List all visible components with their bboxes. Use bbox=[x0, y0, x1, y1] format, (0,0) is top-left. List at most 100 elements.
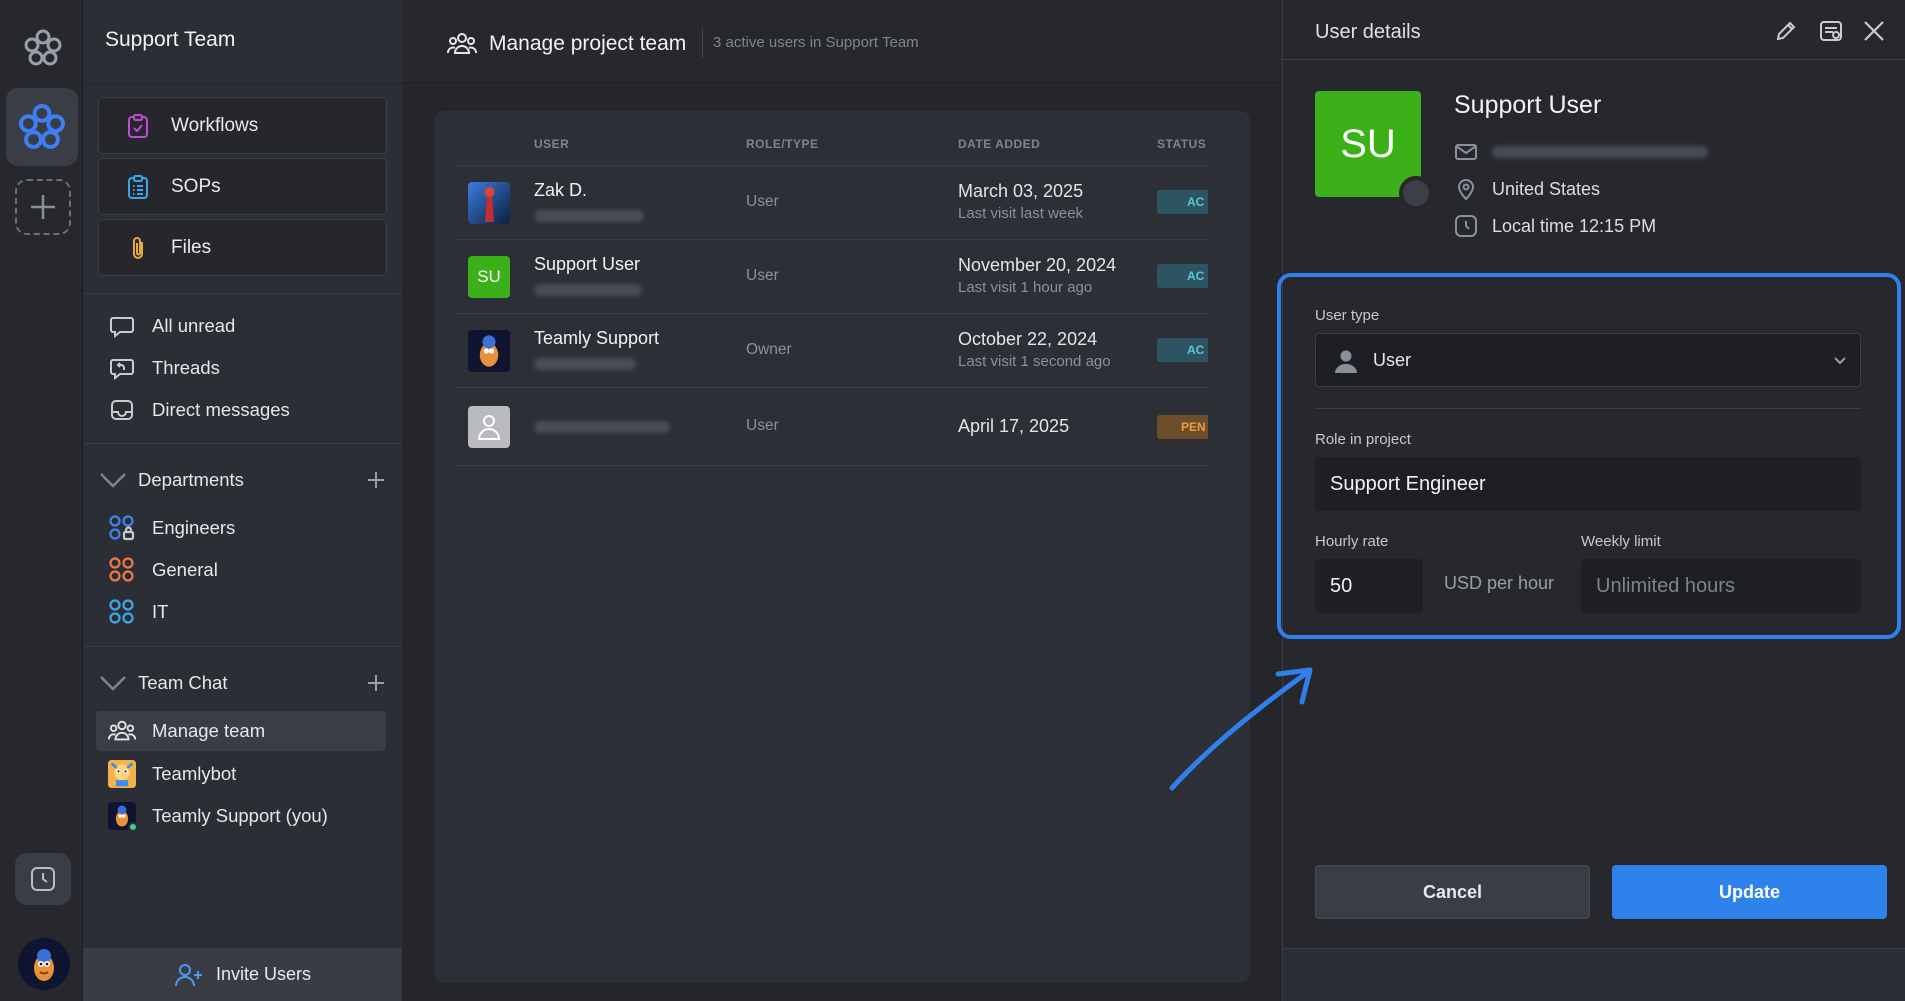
chevron-down-icon bbox=[100, 676, 126, 691]
mail-icon bbox=[1455, 144, 1477, 160]
sidebar: Support Team Workflows SOPs Files All un… bbox=[83, 0, 402, 1001]
add-workspace-button[interactable] bbox=[15, 179, 71, 235]
people-icon bbox=[108, 717, 136, 745]
files-label: Files bbox=[171, 236, 212, 258]
edit-pencil-icon[interactable] bbox=[1773, 18, 1799, 44]
update-button[interactable]: Update bbox=[1612, 865, 1887, 919]
add-chat-icon[interactable] bbox=[365, 672, 387, 694]
column-header-date[interactable]: DATE ADDED bbox=[958, 137, 1040, 151]
history-button[interactable] bbox=[15, 853, 71, 905]
chat-label: Teamly Support (you) bbox=[152, 805, 328, 826]
team-chat-title: Team Chat bbox=[138, 672, 228, 693]
user-type-select[interactable]: User bbox=[1315, 333, 1861, 387]
sops-button[interactable]: SOPs bbox=[98, 158, 387, 215]
user-role: Owner bbox=[746, 341, 792, 358]
user-type-label: User type bbox=[1315, 307, 1380, 324]
chat-teamly-support-you[interactable]: Teamly Support (you) bbox=[96, 796, 386, 836]
table-row[interactable]: SU Support User User November 20, 2024 L… bbox=[456, 239, 1208, 313]
user-icon bbox=[1335, 350, 1357, 373]
divider bbox=[702, 28, 703, 58]
hourly-rate-input[interactable]: 50 bbox=[1315, 559, 1423, 613]
status-badge: AC bbox=[1157, 338, 1208, 362]
role-in-project-input[interactable]: Support Engineer bbox=[1315, 457, 1861, 511]
department-label: IT bbox=[152, 601, 169, 622]
panel-header: User details bbox=[1283, 0, 1905, 60]
files-button[interactable]: Files bbox=[98, 219, 387, 276]
department-label: Engineers bbox=[152, 517, 236, 538]
nav-threads[interactable]: Threads bbox=[96, 348, 386, 388]
workspace-title: Support Team bbox=[105, 28, 236, 51]
departments-header[interactable]: Departments bbox=[93, 462, 393, 498]
user-avatar bbox=[108, 802, 138, 832]
user-name: Support User bbox=[1454, 91, 1602, 119]
departments-title: Departments bbox=[138, 469, 244, 490]
page-title: Manage project team bbox=[489, 32, 687, 55]
date-added: October 22, 2024 bbox=[958, 329, 1098, 349]
workflows-label: Workflows bbox=[171, 114, 259, 136]
user-name: Support User bbox=[534, 254, 641, 274]
nav-direct-messages[interactable]: Direct messages bbox=[96, 390, 386, 430]
chat-manage-team[interactable]: Manage team bbox=[96, 711, 386, 751]
status-badge: AC bbox=[1157, 190, 1208, 214]
last-visit: Last visit 1 second ago bbox=[958, 353, 1111, 370]
current-user-avatar[interactable] bbox=[18, 938, 70, 990]
column-header-status[interactable]: STATUS bbox=[1157, 137, 1206, 151]
weekly-limit-input[interactable]: Unlimited hours bbox=[1581, 559, 1861, 613]
workflows-button[interactable]: Workflows bbox=[98, 97, 387, 154]
department-general[interactable]: General bbox=[96, 550, 386, 590]
table-row[interactable]: Zak D. User March 03, 2025 Last visit la… bbox=[456, 165, 1208, 239]
user-location: United States bbox=[1492, 178, 1601, 199]
invite-users-button[interactable]: Invite Users bbox=[83, 948, 402, 1001]
workspace-support-team[interactable] bbox=[6, 88, 78, 166]
table-row[interactable]: User April 17, 2025 PEN bbox=[456, 387, 1208, 465]
column-header-role[interactable]: ROLE/TYPE bbox=[746, 137, 819, 151]
team-chat-header[interactable]: Team Chat bbox=[93, 665, 393, 701]
last-visit: Last visit 1 hour ago bbox=[958, 279, 1093, 296]
weekly-limit-label: Weekly limit bbox=[1581, 533, 1661, 550]
role-label: Role in project bbox=[1315, 431, 1411, 448]
invite-users-label: Invite Users bbox=[215, 964, 312, 984]
user-role: User bbox=[746, 417, 779, 434]
nav-all-unread[interactable]: All unread bbox=[96, 306, 386, 346]
chat-label: Manage team bbox=[152, 720, 266, 741]
add-department-icon[interactable] bbox=[365, 469, 387, 491]
paperclip-icon bbox=[133, 236, 143, 259]
mascot-avatar-icon bbox=[34, 949, 54, 981]
column-header-user[interactable]: USER bbox=[534, 137, 569, 151]
page-subtitle: 3 active users in Support Team bbox=[713, 34, 919, 51]
department-it[interactable]: IT bbox=[96, 592, 386, 632]
close-icon[interactable] bbox=[1861, 18, 1887, 44]
clipboard-check-icon bbox=[128, 113, 148, 138]
panel-title: User details bbox=[1315, 21, 1421, 43]
details-card-icon[interactable] bbox=[1818, 18, 1844, 44]
chat-teamlybot[interactable]: Teamlybot bbox=[96, 754, 386, 794]
divider bbox=[83, 83, 402, 84]
placeholder-avatar-icon bbox=[468, 406, 510, 448]
user-avatar bbox=[468, 330, 510, 372]
cancel-button[interactable]: Cancel bbox=[1315, 865, 1590, 919]
user-role: User bbox=[746, 267, 779, 284]
user-local-time: Local time 12:15 PM bbox=[1492, 215, 1657, 236]
status-badge: PEN bbox=[1157, 415, 1208, 439]
hourly-rate-unit: USD per hour bbox=[1444, 573, 1555, 593]
nav-label: Threads bbox=[152, 357, 220, 378]
redacted-email bbox=[534, 210, 644, 222]
app-logo-icon[interactable] bbox=[21, 26, 65, 70]
chat-label: Teamlybot bbox=[152, 763, 237, 784]
main-header: Manage project team 3 active users in Su… bbox=[402, 0, 1282, 83]
workspace-flower-icon bbox=[18, 103, 66, 149]
chevron-down-icon bbox=[1834, 357, 1846, 365]
chat-bubble-icon bbox=[108, 312, 136, 340]
date-added: March 03, 2025 bbox=[958, 181, 1084, 201]
user-type-value: User bbox=[1373, 350, 1412, 370]
panel-footer bbox=[1283, 948, 1905, 1001]
clock-icon bbox=[1455, 215, 1477, 237]
department-engineers[interactable]: Engineers bbox=[96, 508, 386, 548]
table-row[interactable]: Teamly Support Owner October 22, 2024 La… bbox=[456, 313, 1208, 387]
nav-label: Direct messages bbox=[152, 399, 290, 420]
user-avatar: SU bbox=[468, 256, 510, 298]
nav-label: All unread bbox=[152, 315, 236, 336]
add-user-icon bbox=[174, 963, 202, 986]
user-time-line: Local time 12:15 PM bbox=[1454, 213, 1656, 239]
redacted-email bbox=[534, 284, 642, 296]
